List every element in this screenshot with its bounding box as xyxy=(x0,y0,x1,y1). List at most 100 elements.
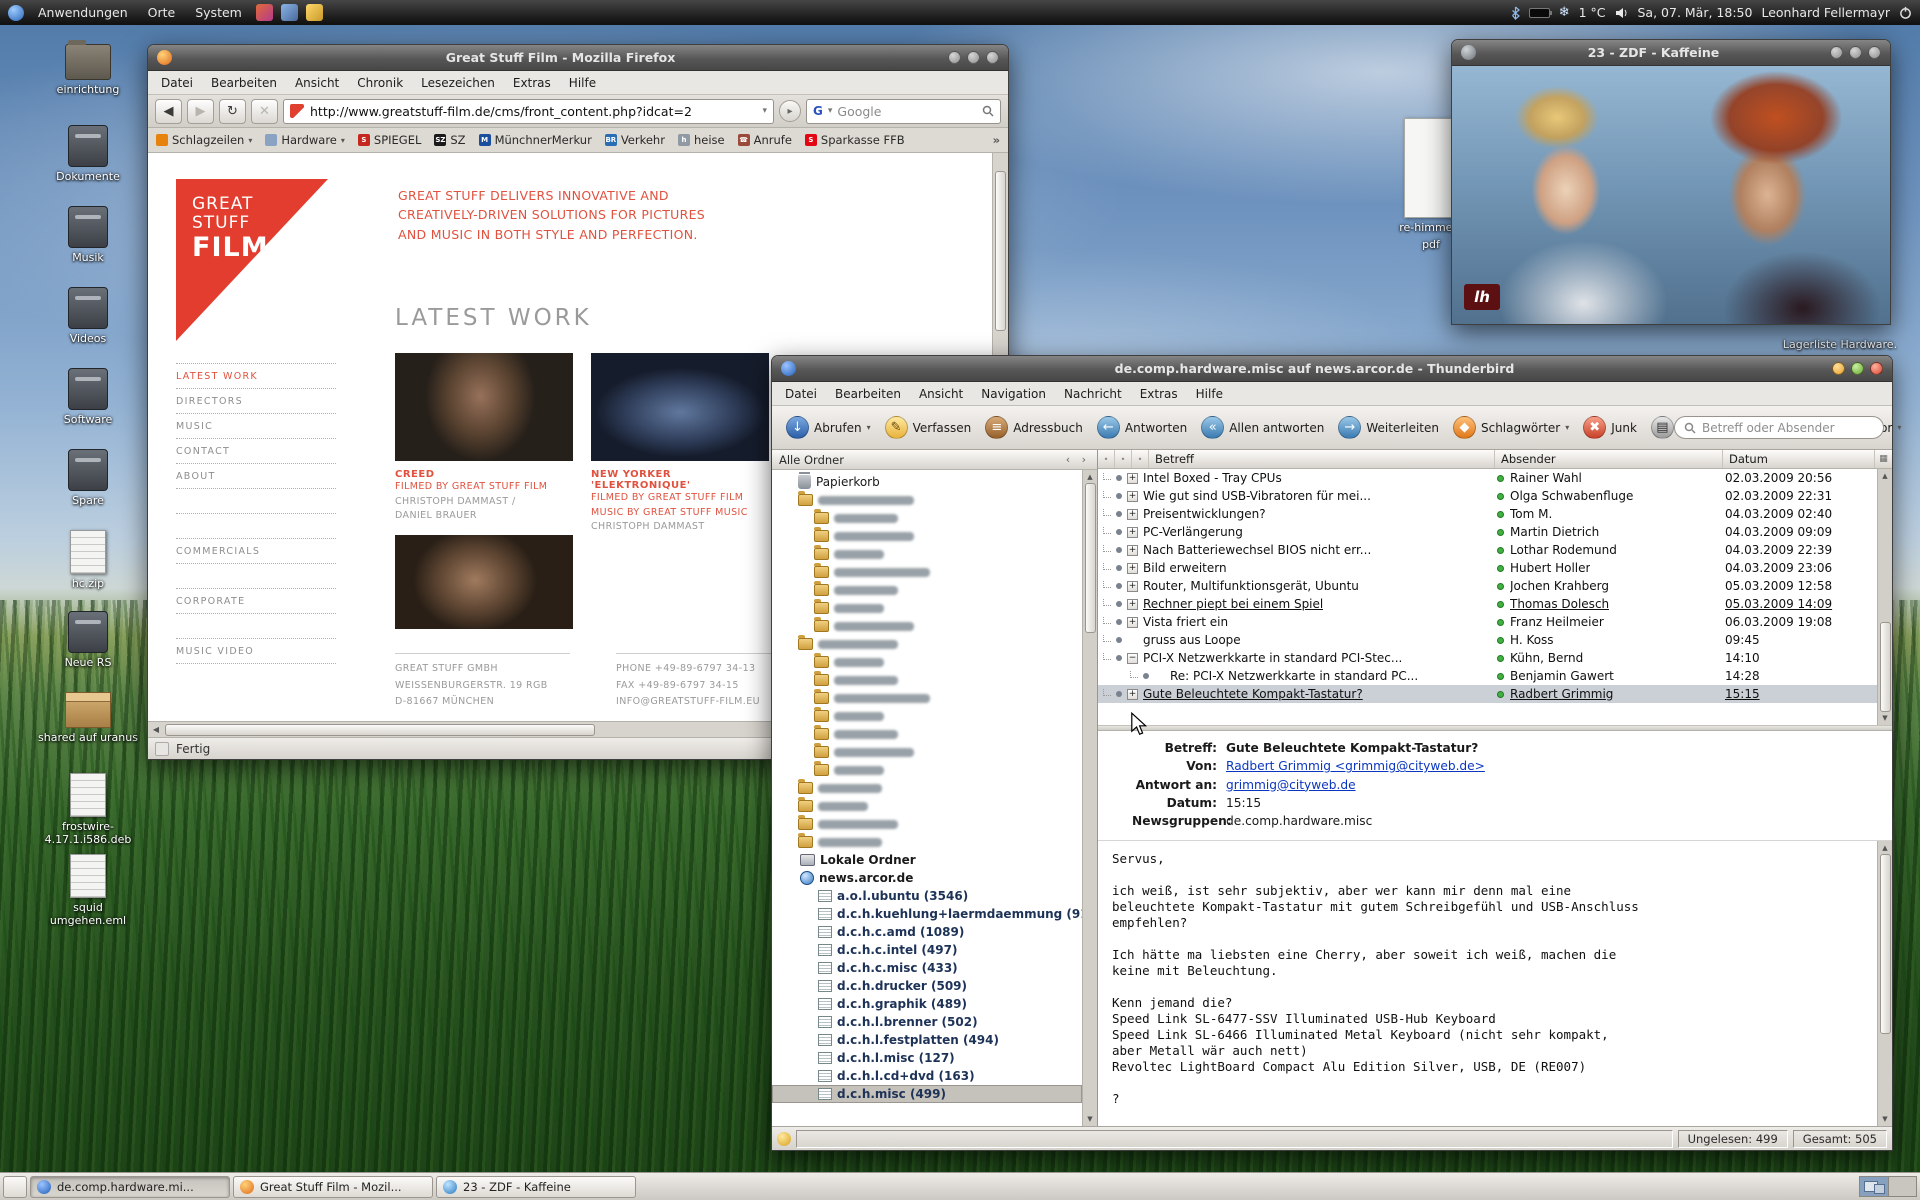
site-nav-item[interactable]: DIRECTORS xyxy=(176,389,336,414)
date-column-header[interactable]: Datum xyxy=(1723,450,1875,468)
scrollbar-thumb[interactable] xyxy=(1880,622,1891,712)
folder-item-redacted[interactable] xyxy=(772,743,1082,761)
newsgroup-item[interactable]: d.c.h.l.festplatten (494) xyxy=(772,1031,1082,1049)
bookmark-item[interactable]: M MünchnerMerkur xyxy=(479,133,592,147)
site-nav-item[interactable]: COMMERCIALS xyxy=(176,539,336,564)
folder-item-redacted[interactable] xyxy=(772,617,1082,635)
menu-item[interactable]: Datei xyxy=(776,384,826,404)
desktop-icon[interactable]: Spare xyxy=(36,445,140,525)
folder-item-news-account[interactable]: news.arcor.de xyxy=(772,869,1082,887)
toolbar-button[interactable]: → Weiterleiten xyxy=(1332,412,1445,443)
folder-pane-switch-arrows[interactable]: ‹ › xyxy=(1066,453,1090,466)
web-search-input[interactable]: G ▾ Google xyxy=(806,99,1001,124)
thread-twisty-icon[interactable]: + xyxy=(1127,527,1138,538)
message-row[interactable]: + Preisentwicklungen? Tom M. 04.03.2009 … xyxy=(1098,505,1877,523)
message-list-scrollbar[interactable]: ▲ ▼ xyxy=(1877,469,1892,725)
scrollbar-thumb[interactable] xyxy=(995,171,1006,331)
menu-item[interactable]: Ansicht xyxy=(286,73,348,93)
thread-twisty-icon[interactable]: + xyxy=(1127,599,1138,610)
scroll-down-icon[interactable]: ▼ xyxy=(1087,1113,1092,1125)
message-body-scrollbar[interactable]: ▲ ▼ xyxy=(1877,841,1892,1126)
message-row[interactable]: − PCI-X Netzwerkkarte in standard PCI-St… xyxy=(1098,649,1877,667)
site-nav-item[interactable]: MUSIC VIDEO xyxy=(176,639,336,664)
folder-item-redacted[interactable] xyxy=(772,671,1082,689)
newsgroup-item[interactable]: d.c.h.l.brenner (502) xyxy=(772,1013,1082,1031)
close-button[interactable] xyxy=(1870,362,1883,375)
desktop-icon[interactable]: Neue RS xyxy=(36,607,140,687)
attachment-column-header[interactable] xyxy=(1132,450,1149,468)
thread-twisty-icon[interactable]: + xyxy=(1127,581,1138,592)
message-row[interactable]: + Intel Boxed - Tray CPUs Rainer Wahl 02… xyxy=(1098,469,1877,487)
toolbar-button[interactable]: ◆ Schlagwörter ▾ xyxy=(1447,412,1575,443)
header-from-link[interactable]: Radbert Grimmig <grimmig@cityweb.de> xyxy=(1226,757,1485,775)
subject-column-header[interactable]: Betreff xyxy=(1149,450,1495,468)
power-icon[interactable] xyxy=(1899,6,1912,19)
volume-icon[interactable] xyxy=(1615,7,1629,19)
desktop-icon[interactable]: hc.zip xyxy=(36,526,140,606)
folder-pane-scrollbar[interactable]: ▲ ▼ xyxy=(1082,470,1097,1126)
flag-column-header[interactable] xyxy=(1115,450,1132,468)
bookmark-item[interactable]: BR Verkehr xyxy=(605,133,665,147)
show-desktop-button[interactable] xyxy=(3,1176,27,1198)
online-status-icon[interactable] xyxy=(777,1132,791,1146)
menu-item[interactable]: Ansicht xyxy=(910,384,972,404)
bookmark-item[interactable]: h heise xyxy=(678,133,725,147)
site-nav-item[interactable]: CORPORATE xyxy=(176,589,336,614)
folder-item-redacted[interactable] xyxy=(772,689,1082,707)
site-nav-item[interactable]: ABOUT xyxy=(176,464,336,489)
work-thumbnail[interactable] xyxy=(395,353,573,461)
toolbar-button[interactable]: ← Antworten xyxy=(1091,412,1193,443)
menu-orte[interactable]: Orte xyxy=(139,2,185,23)
stop-button[interactable]: ✕ xyxy=(251,99,278,124)
desktop-icon[interactable]: frostwire-4.17.1.i586.deb xyxy=(36,769,140,849)
folder-item-redacted[interactable] xyxy=(772,797,1082,815)
reload-button[interactable]: ↻ xyxy=(219,99,246,124)
search-icon[interactable] xyxy=(982,105,994,117)
folder-item-redacted[interactable] xyxy=(772,491,1082,509)
applications-menu-icon[interactable] xyxy=(8,5,24,21)
site-nav-item[interactable] xyxy=(176,564,336,589)
message-row[interactable]: + Vista friert ein Franz Heilmeier 06.03… xyxy=(1098,613,1877,631)
site-nav-item[interactable] xyxy=(176,514,336,539)
app-launcher-1-icon[interactable] xyxy=(256,4,273,21)
thread-twisty-icon[interactable]: + xyxy=(1127,545,1138,556)
menu-item[interactable]: Lesezeichen xyxy=(412,73,504,93)
toolbar-button[interactable]: « Allen antworten xyxy=(1195,412,1330,443)
thread-twisty-icon[interactable]: + xyxy=(1127,473,1138,484)
workspace-switcher[interactable] xyxy=(1859,1176,1917,1197)
newsgroup-item[interactable]: d.c.h.c.misc (433) xyxy=(772,959,1082,977)
maximize-button[interactable] xyxy=(967,51,980,64)
thread-twisty-icon[interactable]: + xyxy=(1127,509,1138,520)
folder-item-redacted[interactable] xyxy=(772,581,1082,599)
bookmark-item[interactable]: SZ SZ xyxy=(434,133,465,147)
maximize-button[interactable] xyxy=(1851,362,1864,375)
scroll-down-icon[interactable]: ▼ xyxy=(1882,1113,1887,1125)
menu-item[interactable]: Bearbeiten xyxy=(202,73,286,93)
user-menu[interactable]: Leonhard Fellermayr xyxy=(1761,5,1890,20)
toolbar-button[interactable]: ✖ Junk xyxy=(1577,412,1643,443)
bookmark-item[interactable]: Schlagzeilen ▾ xyxy=(156,133,252,147)
menu-item[interactable]: Extras xyxy=(504,73,560,93)
bookmark-item[interactable]: S SPIEGEL xyxy=(358,133,421,147)
folder-item-redacted[interactable] xyxy=(772,563,1082,581)
folder-item-redacted[interactable] xyxy=(772,833,1082,851)
message-row[interactable]: + Rechner piept bei einem Spiel Thomas D… xyxy=(1098,595,1877,613)
work-card[interactable]: NEW YORKER 'ELEKTRONIQUE' FILMED BY GREA… xyxy=(591,353,769,535)
menu-item[interactable]: Bearbeiten xyxy=(826,384,910,404)
workspace-2[interactable] xyxy=(1888,1177,1916,1196)
folder-item-redacted[interactable] xyxy=(772,635,1082,653)
column-picker-icon[interactable] xyxy=(1875,450,1892,468)
folder-item-redacted[interactable] xyxy=(772,599,1082,617)
site-nav-item[interactable]: LATEST WORK xyxy=(176,364,336,389)
minimize-button[interactable] xyxy=(948,51,961,64)
taskbar-window-button[interactable]: Great Stuff Film - Mozil... xyxy=(233,1176,433,1198)
scroll-up-icon[interactable]: ▲ xyxy=(1087,471,1092,483)
menu-item[interactable]: Navigation xyxy=(972,384,1055,404)
desktop-icon[interactable]: squid umgehen.eml xyxy=(36,850,140,930)
newsgroup-item[interactable]: d.c.h.l.misc (127) xyxy=(772,1049,1082,1067)
minimize-button[interactable] xyxy=(1830,46,1843,59)
newsgroup-item[interactable]: a.o.l.ubuntu (3546) xyxy=(772,887,1082,905)
close-button[interactable] xyxy=(986,51,999,64)
scrollbar-thumb[interactable] xyxy=(1880,854,1891,1034)
newsgroup-item[interactable]: d.c.h.drucker (509) xyxy=(772,977,1082,995)
